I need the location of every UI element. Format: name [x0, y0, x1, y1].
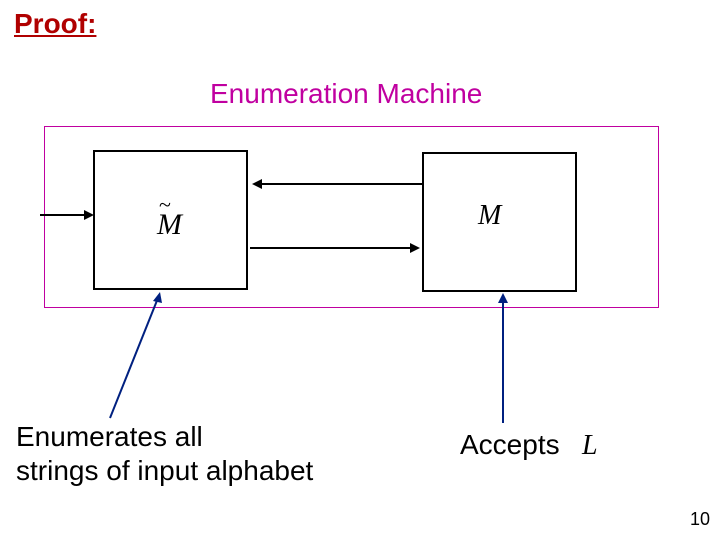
proof-heading: Proof:	[14, 8, 96, 40]
pointer-arrow-right	[485, 293, 525, 428]
arrow-mtilde-to-m	[248, 238, 424, 258]
input-arrow	[40, 205, 95, 225]
slide: Proof: Enumeration Machine M ~ M Enumera…	[0, 0, 720, 540]
arrow-m-to-mtilde	[248, 174, 424, 194]
language-symbol: L	[582, 430, 598, 462]
caption-accepts: Accepts	[460, 429, 560, 461]
page-number: 10	[690, 509, 710, 530]
pointer-arrow-left	[90, 290, 180, 425]
svg-text:~: ~	[159, 192, 171, 217]
caption-enumerates-line1: Enumerates all	[16, 420, 313, 454]
m-tilde-label: M ~	[145, 199, 195, 248]
diagram-title: Enumeration Machine	[210, 78, 482, 110]
caption-enumerates: Enumerates all strings of input alphabet	[16, 420, 313, 487]
caption-enumerates-line2: strings of input alphabet	[16, 454, 313, 488]
m-label: M	[478, 200, 501, 232]
